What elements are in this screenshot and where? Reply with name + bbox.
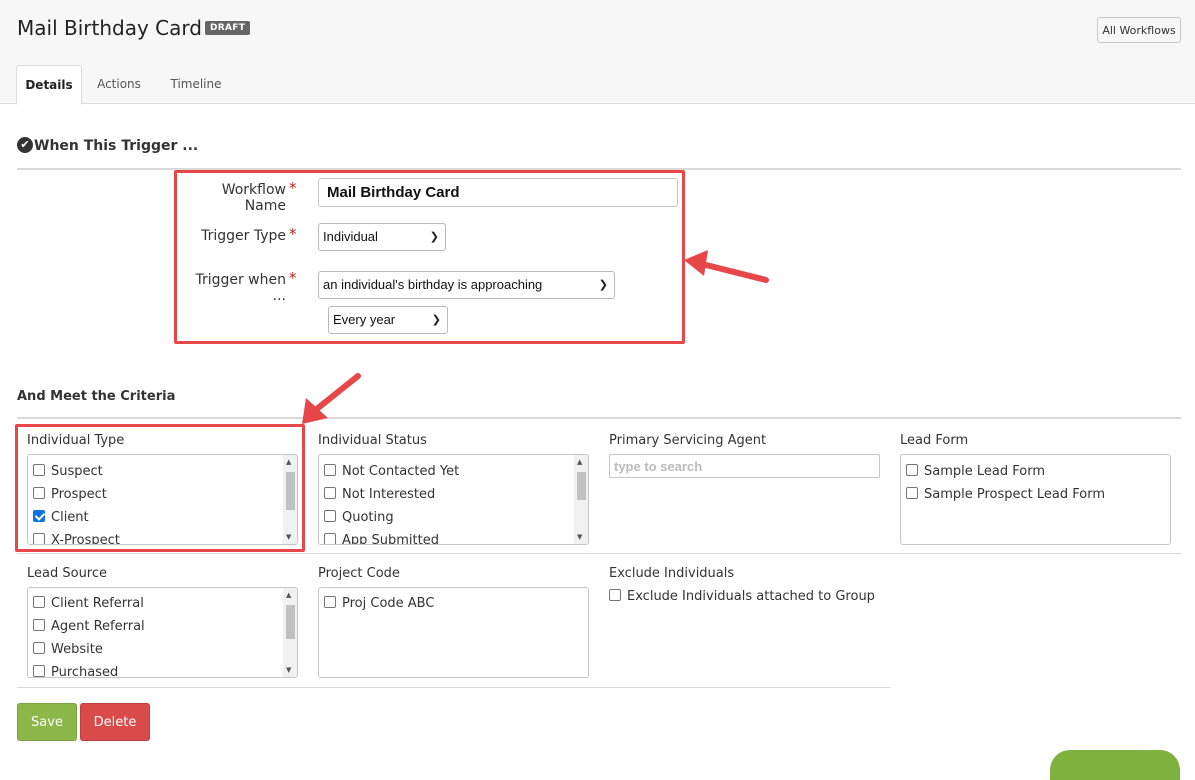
scrollbar[interactable]: ▲ ▼ bbox=[283, 588, 297, 677]
criteria-heading: And Meet the Criteria bbox=[17, 389, 176, 404]
check-circle-icon: ✔ bbox=[17, 137, 33, 153]
scroll-down-icon[interactable]: ▼ bbox=[286, 666, 291, 674]
checkbox[interactable] bbox=[324, 533, 336, 544]
checkbox[interactable] bbox=[906, 464, 918, 476]
tab-timeline[interactable]: Timeline bbox=[160, 65, 232, 104]
delete-button[interactable]: Delete bbox=[80, 703, 150, 741]
lead-source-list[interactable]: Client Referral Agent Referral Website P… bbox=[27, 587, 298, 678]
list-item-label: Quoting bbox=[342, 510, 394, 525]
status-badge: DRAFT bbox=[205, 21, 251, 35]
individual-status-list[interactable]: Not Contacted Yet Not Interested Quoting… bbox=[318, 454, 589, 545]
scrollbar[interactable]: ▲ ▼ bbox=[574, 455, 588, 544]
list-item-label: App Submitted bbox=[342, 533, 439, 545]
lead-form-list[interactable]: Sample Lead Form Sample Prospect Lead Fo… bbox=[900, 454, 1171, 545]
scroll-thumb[interactable] bbox=[286, 605, 295, 639]
exclude-option[interactable]: Exclude Individuals attached to Group bbox=[609, 587, 875, 607]
all-workflows-button[interactable]: All Workflows bbox=[1097, 17, 1181, 43]
list-item-label: Purchased bbox=[51, 665, 119, 678]
list-item[interactable]: Proj Code ABC bbox=[324, 594, 434, 614]
list-item-label: Website bbox=[51, 642, 103, 657]
list-item[interactable]: Website bbox=[33, 640, 103, 660]
checkbox[interactable] bbox=[33, 642, 45, 654]
list-item-label: Not Contacted Yet bbox=[342, 464, 460, 479]
floating-button[interactable] bbox=[1050, 750, 1180, 780]
list-item-label: Sample Prospect Lead Form bbox=[924, 487, 1106, 502]
checkbox[interactable] bbox=[33, 619, 45, 631]
checkbox[interactable] bbox=[324, 510, 336, 522]
page-header: Mail Birthday Card DRAFT All Workflows D… bbox=[0, 0, 1195, 105]
page-title: Mail Birthday Card bbox=[17, 16, 202, 40]
trigger-section-heading: When This Trigger ... bbox=[34, 138, 199, 154]
list-item-label: Client Referral bbox=[51, 596, 144, 611]
exclude-option-label: Exclude Individuals attached to Group bbox=[627, 589, 875, 604]
list-item-label: Agent Referral bbox=[51, 619, 145, 634]
project-code-label: Project Code bbox=[318, 566, 400, 581]
scroll-down-icon[interactable]: ▼ bbox=[577, 533, 582, 541]
list-item[interactable]: Quoting bbox=[324, 508, 394, 528]
exclude-label: Exclude Individuals bbox=[609, 566, 735, 581]
divider bbox=[17, 687, 890, 688]
scroll-up-icon[interactable]: ▲ bbox=[286, 591, 291, 599]
tab-details[interactable]: Details bbox=[16, 65, 82, 105]
scroll-thumb[interactable] bbox=[577, 472, 586, 500]
lead-form-label: Lead Form bbox=[900, 433, 969, 448]
checkbox[interactable] bbox=[324, 596, 336, 608]
list-item-label: Proj Code ABC bbox=[342, 596, 435, 611]
lead-source-label: Lead Source bbox=[27, 566, 108, 581]
list-item[interactable]: App Submitted bbox=[324, 531, 439, 545]
list-item[interactable]: Client Referral bbox=[33, 594, 144, 614]
tab-actions[interactable]: Actions bbox=[86, 65, 152, 104]
divider bbox=[17, 553, 1181, 554]
scroll-up-icon[interactable]: ▲ bbox=[577, 458, 582, 466]
list-item-label: Sample Lead Form bbox=[924, 464, 1045, 479]
highlight-box bbox=[15, 424, 305, 552]
list-item[interactable]: Agent Referral bbox=[33, 617, 145, 637]
primary-agent-label: Primary Servicing Agent bbox=[609, 433, 767, 448]
agent-search-input[interactable] bbox=[609, 454, 880, 478]
checkbox[interactable] bbox=[324, 464, 336, 476]
checkbox[interactable] bbox=[33, 665, 45, 677]
checkbox[interactable] bbox=[906, 487, 918, 499]
red-arrow-icon bbox=[302, 373, 361, 424]
red-arrow-icon bbox=[684, 250, 769, 283]
checkbox[interactable] bbox=[609, 589, 621, 601]
list-item[interactable]: Purchased bbox=[33, 663, 119, 678]
checkbox[interactable] bbox=[33, 596, 45, 608]
list-item[interactable]: Sample Prospect Lead Form bbox=[906, 485, 1105, 505]
list-item-label: Not Interested bbox=[342, 487, 436, 502]
individual-status-label: Individual Status bbox=[318, 433, 427, 448]
save-button[interactable]: Save bbox=[17, 703, 77, 741]
highlight-box bbox=[174, 170, 685, 344]
list-item[interactable]: Sample Lead Form bbox=[906, 462, 1045, 482]
divider bbox=[17, 417, 1181, 419]
checkbox[interactable] bbox=[324, 487, 336, 499]
project-code-list[interactable]: Proj Code ABC bbox=[318, 587, 589, 678]
list-item[interactable]: Not Contacted Yet bbox=[324, 462, 459, 482]
list-item[interactable]: Not Interested bbox=[324, 485, 435, 505]
